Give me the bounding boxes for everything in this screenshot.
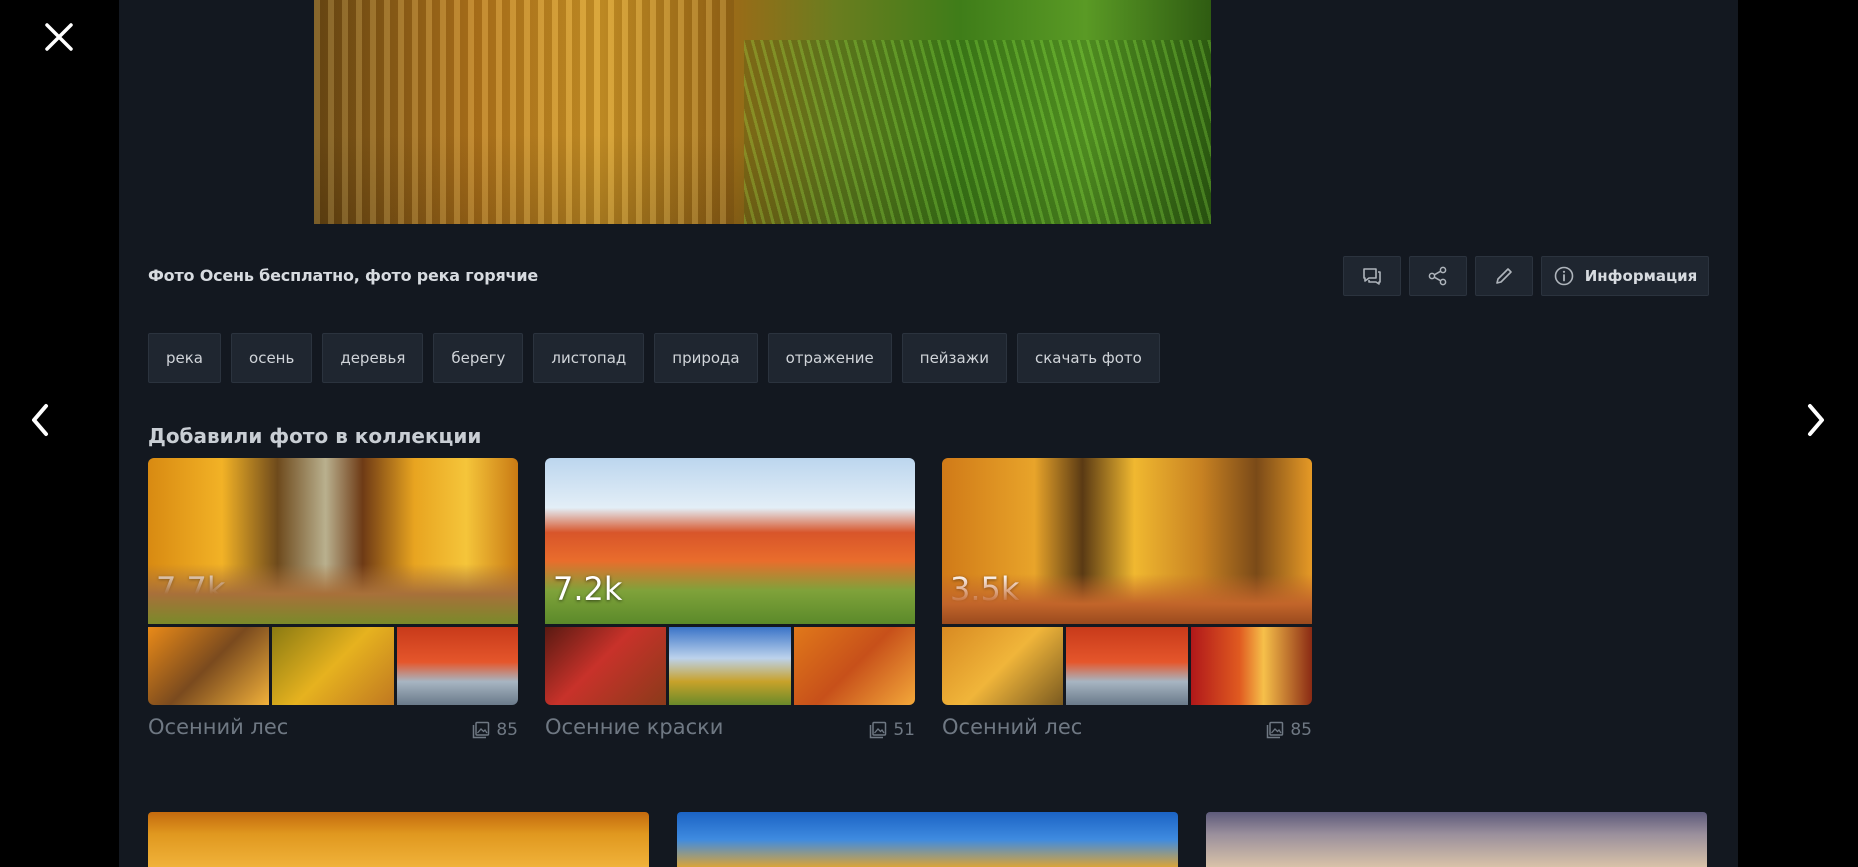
collection-views: 3.5k [950,570,1020,608]
next-photo-button[interactable] [1800,400,1832,440]
tag[interactable]: природа [654,333,758,383]
related-photo[interactable] [148,812,649,867]
tag-list: река осень деревья берегу листопад приро… [148,333,1160,383]
collection-card[interactable]: 3.5k Осенний лес 85 [942,458,1312,745]
collection-card[interactable]: 7.2k Осенние краски 51 [545,458,915,745]
edit-button[interactable] [1475,256,1533,296]
collection-meta: Осенний лес 85 [942,715,1312,745]
collection-thumbnails [942,627,1312,705]
chevron-right-icon [1808,404,1824,436]
collection-views: 7.2k [553,570,623,608]
collection-photo-count: 51 [868,720,915,740]
photo-viewer: Фото Осень бесплатно, фото река горячие [0,0,1858,867]
collection-name[interactable]: Осенний лес [942,715,1082,739]
collection-thumbnails [148,627,518,705]
tag[interactable]: скачать фото [1016,333,1160,383]
collection-card[interactable]: 7.7k Осенний лес 85 [148,458,518,745]
photo-panel: Фото Осень бесплатно, фото река горячие [119,0,1738,867]
photos-icon [1267,721,1284,739]
collection-photo-count-value: 85 [1290,720,1312,740]
collection-meta: Осенний лес 85 [148,715,518,745]
collection-cover[interactable]: 3.5k [942,458,1312,624]
collection-cover[interactable]: 7.2k [545,458,915,624]
collection-meta: Осенние краски 51 [545,715,915,745]
related-photo[interactable] [677,812,1178,867]
close-button[interactable] [42,20,76,54]
chevron-left-icon [32,404,48,436]
collection-cover[interactable]: 7.7k [148,458,518,624]
collection-thumbnail[interactable] [1066,627,1188,705]
collection-thumbnail[interactable] [1190,627,1312,705]
info-icon [1554,266,1574,286]
photos-icon [870,721,887,739]
collection-name[interactable]: Осенний лес [148,715,288,739]
pencil-icon [1496,268,1512,284]
collection-thumbnail[interactable] [148,627,270,705]
main-photo[interactable] [314,0,1211,224]
collection-thumbnail[interactable] [545,627,667,705]
tag[interactable]: деревья [322,333,424,383]
collection-thumbnail[interactable] [793,627,915,705]
share-icon [1428,266,1447,286]
tag[interactable]: река [148,333,222,383]
info-button[interactable]: Информация [1541,256,1709,296]
info-button-label: Информация [1584,267,1698,285]
tag[interactable]: отражение [767,333,892,383]
tag[interactable]: берегу [433,333,524,383]
photos-icon [473,721,490,739]
collection-photo-count: 85 [1265,720,1312,740]
collection-views: 7.7k [156,570,226,608]
collection-photo-count: 85 [471,720,518,740]
previous-photo-button[interactable] [24,400,56,440]
collection-thumbnail[interactable] [942,627,1064,705]
tag[interactable]: листопад [533,333,645,383]
collection-thumbnail[interactable] [669,627,791,705]
tag[interactable]: пейзажи [901,333,1007,383]
comment-icon [1363,268,1381,285]
collection-photo-count-value: 51 [893,720,915,740]
collection-thumbnail[interactable] [272,627,394,705]
tag[interactable]: осень [231,333,313,383]
collection-thumbnails [545,627,915,705]
collections-heading: Добавили фото в коллекции [148,424,482,448]
collection-photo-count-value: 85 [496,720,518,740]
photo-title: Фото Осень бесплатно, фото река горячие [148,266,538,285]
collection-thumbnail[interactable] [396,627,518,705]
photo-header: Фото Осень бесплатно, фото река горячие [148,256,1709,296]
comment-button[interactable] [1343,256,1401,296]
close-icon [45,23,73,51]
related-photo[interactable] [1206,812,1707,867]
share-button[interactable] [1409,256,1467,296]
collection-name[interactable]: Осенние краски [545,715,723,739]
